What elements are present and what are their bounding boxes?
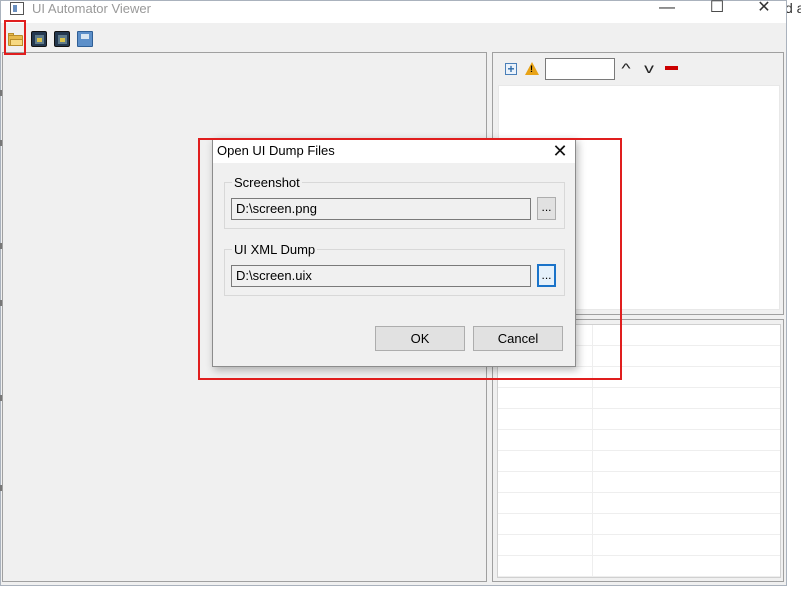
device-screenshot-button[interactable] <box>31 31 47 47</box>
highlight-box-open-button <box>4 20 26 55</box>
toolbar <box>1 23 786 51</box>
previous-result-icon[interactable]: ^ <box>616 60 636 76</box>
save-button[interactable] <box>77 31 93 47</box>
table-row[interactable] <box>498 472 780 493</box>
device-screenshot-compressed-button[interactable] <box>54 31 70 47</box>
table-row[interactable] <box>498 430 780 451</box>
device-screenshot-icon-dot <box>37 38 42 42</box>
table-row[interactable] <box>498 556 780 577</box>
table-row[interactable] <box>498 409 780 430</box>
warning-icon-mark: ! <box>530 64 533 74</box>
background-window <box>787 0 801 598</box>
device-screenshot-compressed-icon-dot <box>60 38 65 42</box>
table-row[interactable] <box>498 493 780 514</box>
table-row[interactable] <box>498 535 780 556</box>
highlight-box-dialog <box>198 138 622 380</box>
table-row[interactable] <box>498 451 780 472</box>
save-icon <box>81 34 89 39</box>
table-row[interactable] <box>498 388 780 409</box>
maximize-button[interactable]: ☐ <box>702 0 732 19</box>
expand-all-icon[interactable]: + <box>505 63 517 75</box>
window-title: UI Automator Viewer <box>32 1 151 16</box>
minimize-button[interactable]: — <box>652 0 682 19</box>
clear-icon[interactable] <box>665 66 678 70</box>
table-row[interactable] <box>498 514 780 535</box>
next-result-icon[interactable]: v <box>639 60 659 76</box>
title-bar[interactable]: UI Automator Viewer — ☐ ✕ <box>1 0 786 23</box>
close-button[interactable]: ✕ <box>749 0 779 19</box>
app-icon <box>10 2 24 15</box>
search-input[interactable] <box>545 58 615 80</box>
background-window-text: d a <box>785 0 801 16</box>
